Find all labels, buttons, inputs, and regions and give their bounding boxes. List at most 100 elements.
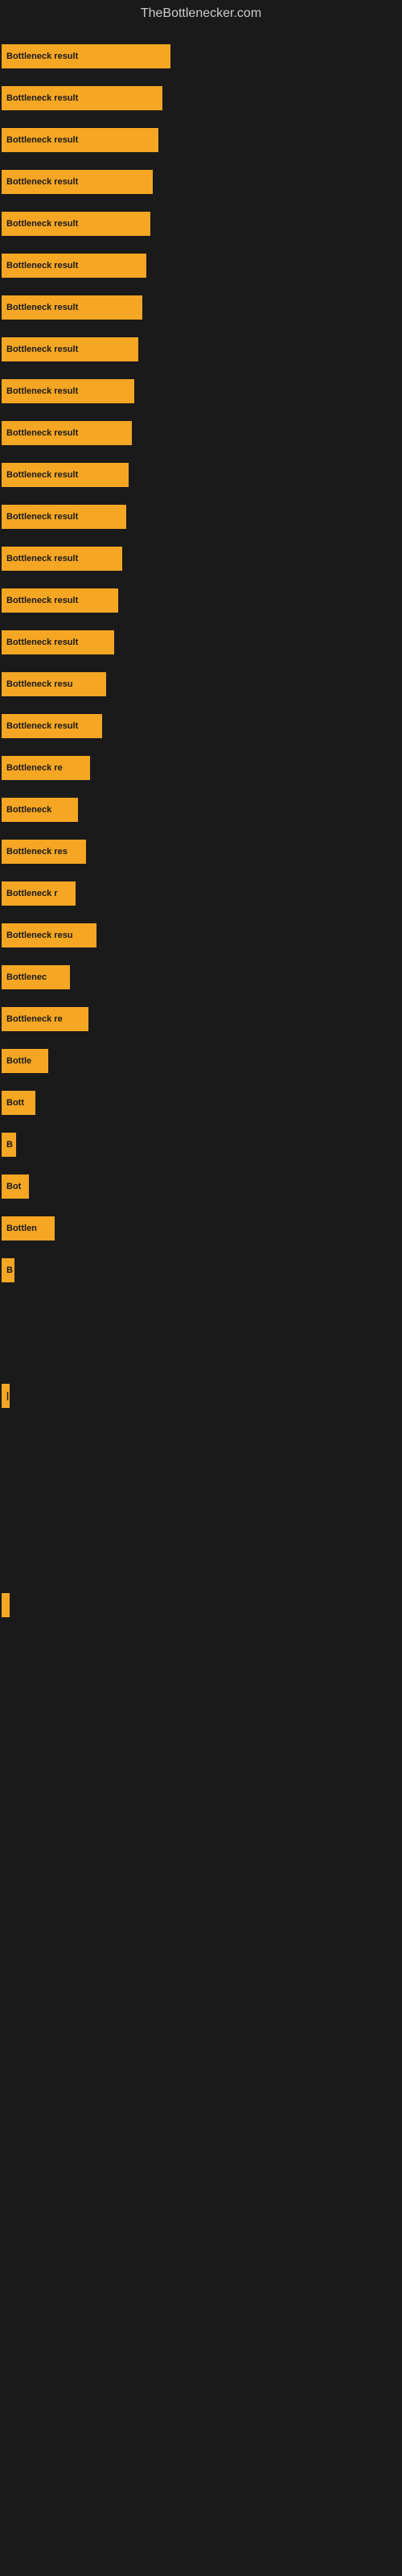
bar-row: Bottleneck re <box>0 998 402 1040</box>
bar-row: Bottlenec <box>0 956 402 998</box>
result-bar: Bottleneck resu <box>2 923 96 947</box>
bar-label: Bottle <box>6 1056 31 1066</box>
bar-row <box>0 1291 402 1333</box>
bar-row: Bottleneck result <box>0 203 402 245</box>
bar-label: Bottleneck result <box>6 721 78 731</box>
bar-row <box>0 1459 402 1501</box>
bar-label: Bottleneck result <box>6 554 78 564</box>
result-bar: Bottleneck result <box>2 463 129 487</box>
result-bar: Bottleneck result <box>2 337 138 361</box>
result-bar: Bottleneck res <box>2 840 86 864</box>
bar-row: | <box>0 1375 402 1417</box>
result-bar: Bottleneck result <box>2 630 114 654</box>
result-bar <box>2 1593 10 1617</box>
bar-row: Bottleneck result <box>0 370 402 412</box>
bar-row: Bottleneck re <box>0 747 402 789</box>
bar-row: Bottlen <box>0 1208 402 1249</box>
bar-label: Bottleneck result <box>6 512 78 522</box>
bar-label: Bottleneck result <box>6 177 78 187</box>
bar-row: Bottleneck result <box>0 496 402 538</box>
result-bar: Bottleneck r <box>2 881 76 906</box>
bars-container: Bottleneck result Bottleneck result Bottle… <box>0 27 402 1634</box>
bar-label: Bottleneck result <box>6 93 78 103</box>
bar-row: Bot <box>0 1166 402 1208</box>
result-bar: Bot <box>2 1174 29 1199</box>
result-bar: Bottlenec <box>2 965 70 989</box>
result-bar: Bottleneck result <box>2 44 170 68</box>
bar-row: Bottleneck result <box>0 245 402 287</box>
bar-row: Bottleneck result <box>0 287 402 328</box>
bar-row: Bottleneck resu <box>0 914 402 956</box>
bar-row <box>0 1417 402 1459</box>
bar-row: Bottleneck result <box>0 328 402 370</box>
bar-label: | <box>6 1391 9 1401</box>
bar-label: Bottleneck result <box>6 52 78 61</box>
bar-label: Bottleneck result <box>6 428 78 438</box>
bar-label: Bottleneck result <box>6 345 78 354</box>
bar-row: Bottleneck <box>0 789 402 831</box>
bar-label: Bottleneck re <box>6 763 63 773</box>
result-bar: B <box>2 1258 14 1282</box>
result-bar: Bottlen <box>2 1216 55 1241</box>
bar-row: B <box>0 1249 402 1291</box>
result-bar: Bottleneck result <box>2 86 162 110</box>
bar-row <box>0 1333 402 1375</box>
bar-row: Bottleneck result <box>0 161 402 203</box>
bar-row: Bottleneck result <box>0 412 402 454</box>
result-bar: Bottle <box>2 1049 48 1073</box>
bar-row: Bottleneck res <box>0 831 402 873</box>
bar-label: Bottleneck res <box>6 847 68 857</box>
result-bar: Bottleneck result <box>2 505 126 529</box>
bar-label: Bottleneck <box>6 805 51 815</box>
bar-row <box>0 1501 402 1542</box>
result-bar: Bottleneck result <box>2 254 146 278</box>
result-bar: Bottleneck result <box>2 421 132 445</box>
bar-row: Bottleneck result <box>0 119 402 161</box>
bar-row: Bottleneck result <box>0 77 402 119</box>
result-bar: Bottleneck result <box>2 714 102 738</box>
bar-row: Bott <box>0 1082 402 1124</box>
bar-label: Bottleneck result <box>6 135 78 145</box>
result-bar: Bottleneck result <box>2 170 153 194</box>
bar-label: Bottleneck result <box>6 470 78 480</box>
result-bar: Bottleneck result <box>2 547 122 571</box>
bar-label: Bot <box>6 1182 21 1191</box>
result-bar: Bottleneck resu <box>2 672 106 696</box>
site-title: TheBottlenecker.com <box>0 0 402 27</box>
result-bar: Bottleneck result <box>2 128 158 152</box>
bar-label: B <box>6 1140 13 1150</box>
bar-row: Bottleneck result <box>0 705 402 747</box>
bar-label: Bottleneck resu <box>6 931 73 940</box>
bar-row: Bottle <box>0 1040 402 1082</box>
bar-label: B <box>6 1265 13 1275</box>
bar-row <box>0 1584 402 1626</box>
bar-row: Bottleneck result <box>0 621 402 663</box>
bar-row: Bottleneck result <box>0 454 402 496</box>
result-bar: Bottleneck re <box>2 756 90 780</box>
bar-row <box>0 1542 402 1584</box>
bar-label: Bottleneck result <box>6 303 78 312</box>
result-bar: Bottleneck result <box>2 212 150 236</box>
bar-label: Bottlenec <box>6 972 47 982</box>
bar-label: Bottleneck result <box>6 596 78 605</box>
bar-row: Bottleneck result <box>0 35 402 77</box>
bar-row: Bottleneck result <box>0 580 402 621</box>
bar-row: Bottleneck result <box>0 538 402 580</box>
bar-row: Bottleneck r <box>0 873 402 914</box>
bar-label: Bottleneck result <box>6 219 78 229</box>
bar-label: Bottlen <box>6 1224 37 1233</box>
bar-row: Bottleneck resu <box>0 663 402 705</box>
bar-row: B <box>0 1124 402 1166</box>
result-bar: Bottleneck re <box>2 1007 88 1031</box>
bar-label: Bottleneck r <box>6 889 58 898</box>
bar-label: Bottleneck result <box>6 261 78 270</box>
result-bar: Bottleneck result <box>2 295 142 320</box>
bar-label: Bottleneck re <box>6 1014 63 1024</box>
bar-label: Bott <box>6 1098 24 1108</box>
bar-label: Bottleneck resu <box>6 679 73 689</box>
result-bar: B <box>2 1133 16 1157</box>
result-bar: | <box>2 1384 10 1408</box>
result-bar: Bott <box>2 1091 35 1115</box>
result-bar: Bottleneck <box>2 798 78 822</box>
bar-label: Bottleneck result <box>6 638 78 647</box>
